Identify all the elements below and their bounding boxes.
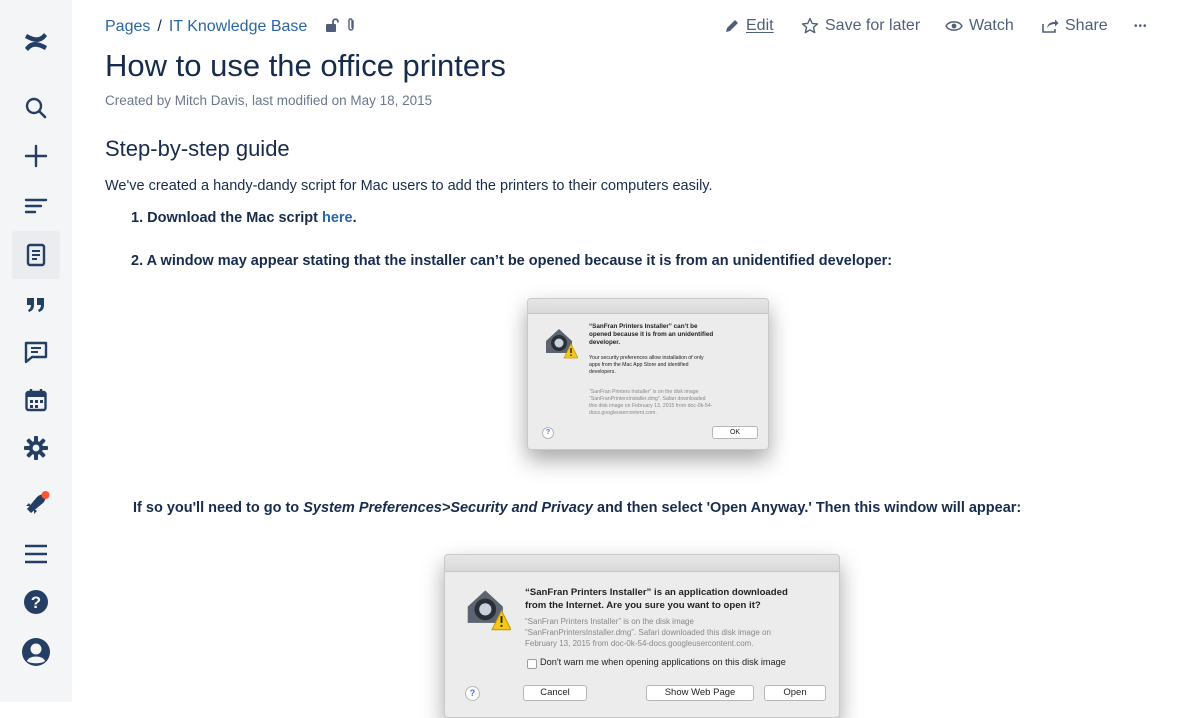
dialog-titlebar: [528, 299, 768, 314]
dialog1-title-line: developer.: [589, 339, 621, 346]
feedback-icon[interactable]: [12, 328, 60, 376]
search-icon[interactable]: [12, 84, 60, 132]
dialog2-open-button: Open: [764, 685, 826, 701]
pencil-icon: [726, 20, 738, 32]
dialog2-cancel-button: Cancel: [523, 685, 587, 701]
help-icon[interactable]: ?: [12, 578, 60, 626]
para3-text-a: If so you'll need to go to: [133, 500, 304, 516]
create-plus-icon[interactable]: [12, 132, 60, 180]
share-button[interactable]: Share: [1041, 14, 1108, 38]
edit-button[interactable]: Edit: [724, 14, 774, 38]
section-heading: Step-by-step guide: [105, 136, 290, 161]
dialog2-info-line: February 13, 2015 from doc-0k-54-docs.go…: [525, 639, 754, 648]
breadcrumb-space-link[interactable]: IT Knowledge Base: [169, 18, 307, 36]
dialog2-title: “SanFran Printers Installer” is an appli…: [525, 586, 835, 612]
save-for-later-button[interactable]: Save for later: [801, 14, 920, 38]
pages-icon[interactable]: [12, 231, 60, 279]
step-1-end: .: [352, 210, 357, 226]
watch-label: Watch: [969, 17, 1014, 34]
dialog1-help-button: ?: [542, 427, 554, 439]
share-label: Share: [1065, 17, 1108, 34]
para3-text-c: and then select 'Open Anyway.' Then this…: [592, 500, 1022, 516]
recent-list-icon[interactable]: [12, 182, 60, 230]
gear-icon[interactable]: [12, 424, 60, 472]
dialog1-info-line: this disk image on February 13, 2015 fro…: [589, 403, 713, 409]
dialog2-title-line: “SanFran Printers Installer” is an appli…: [525, 587, 788, 598]
dialog1-body-line: developers.: [589, 369, 616, 375]
share-icon: [1042, 19, 1059, 33]
dialog1-title-line: “SanFran Printers Installer” can’t be: [589, 323, 698, 330]
avatar-icon[interactable]: [12, 628, 60, 676]
more-actions-icon: •••: [1134, 20, 1148, 32]
breadcrumb-pages-link[interactable]: Pages: [105, 18, 150, 36]
dialog2-info-line: “SanFran Printers Installer” is on the d…: [525, 617, 694, 626]
gatekeeper-icon: [465, 585, 512, 636]
dialog2-info: “SanFran Printers Installer” is on the d…: [525, 616, 835, 649]
step-2-number: 2.: [131, 253, 144, 269]
page-title: How to use the office printers: [105, 48, 506, 83]
edit-label: Edit: [746, 17, 774, 34]
dialog1-info-line: docs.googleusercontent.com.: [589, 410, 657, 416]
notification-icon[interactable]: [12, 480, 60, 528]
global-sidebar: ?: [0, 0, 72, 702]
attachment-icon[interactable]: [345, 17, 357, 38]
download-script-link[interactable]: here: [322, 210, 353, 226]
unidentified-developer-dialog-image: “SanFran Printers Installer” can’t be op…: [527, 298, 769, 450]
dialog1-body-line: apps from the Mac App Store and identifi…: [589, 362, 689, 368]
open-application-dialog-image: “SanFran Printers Installer” is an appli…: [444, 554, 840, 718]
confluence-logo-icon[interactable]: [12, 18, 60, 66]
menu-icon[interactable]: [12, 530, 60, 578]
dialog2-show-web-page-button: Show Web Page: [646, 685, 754, 701]
dialog1-body: Your security preferences allow installa…: [589, 355, 759, 376]
more-actions-button[interactable]: •••: [1134, 14, 1148, 38]
breadcrumb-separator: /: [157, 18, 162, 35]
step-2: 2. A window may appear stating that the …: [131, 253, 892, 269]
svg-text:?: ?: [31, 593, 41, 612]
page-byline: Created by Mitch Davis, last modified on…: [105, 93, 433, 108]
open-anyway-instructions: If so you'll need to go to System Prefer…: [133, 500, 1021, 516]
para3-text-b: System Preferences>Security and Privacy: [303, 500, 593, 516]
dialog1-title: “SanFran Printers Installer” can’t be op…: [589, 323, 759, 347]
gatekeeper-icon: [544, 325, 579, 364]
dialog2-title-line: from the Internet. Are you sure you want…: [525, 600, 761, 611]
dialog2-help-button: ?: [465, 686, 480, 701]
dialog1-title-line: opened because it is from an unidentifie…: [589, 331, 714, 338]
dialog1-info-line: “SanFran Printers Installer” is on the d…: [589, 389, 699, 395]
dont-warn-checkbox: [527, 659, 537, 669]
breadcrumb: Pages / IT Knowledge Base: [105, 17, 357, 37]
intro-paragraph: We've created a handy-dandy script for M…: [105, 178, 713, 194]
step-1: 1. Download the Mac script here.: [131, 210, 357, 226]
save-for-later-label: Save for later: [825, 17, 921, 34]
dialog1-info-line: “SanFranPrintersInstaller.dmg”. Safari d…: [589, 396, 706, 402]
step-2-text: A window may appear stating that the ins…: [146, 253, 893, 269]
eye-icon: [945, 21, 963, 31]
step-1-text: Download the Mac script: [147, 210, 322, 226]
dialog2-info-line: “SanFranPrintersInstaller.dmg”. Safari d…: [525, 628, 771, 637]
dialog-titlebar: [445, 555, 839, 572]
dont-warn-label: Don't warn me when opening applications …: [540, 657, 786, 667]
calendar-icon[interactable]: [12, 376, 60, 424]
unlocked-restrictions-icon[interactable]: [325, 17, 340, 38]
quote-icon[interactable]: [12, 280, 60, 328]
star-icon: [801, 17, 819, 34]
dialog1-ok-button: OK: [712, 426, 758, 439]
watch-button[interactable]: Watch: [945, 14, 1014, 38]
dialog1-body-line: Your security preferences allow installa…: [589, 355, 704, 361]
step-1-number: 1.: [131, 210, 144, 226]
dialog1-info: “SanFran Printers Installer” is on the d…: [589, 389, 764, 417]
